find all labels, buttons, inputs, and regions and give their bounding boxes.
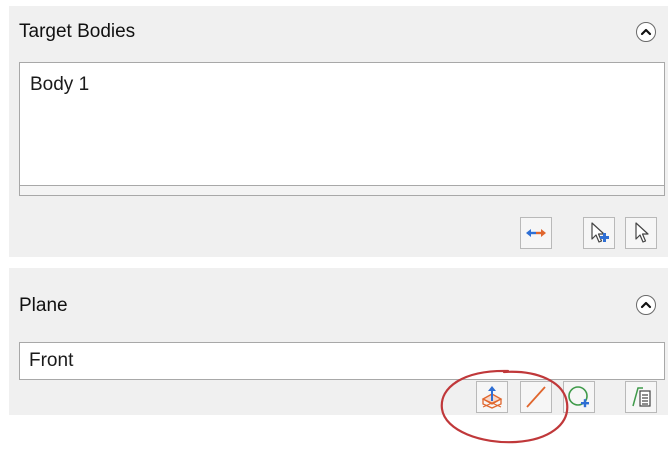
circle-plane-icon	[566, 384, 592, 410]
plane-from-face-icon	[480, 385, 504, 409]
plane-collapse-button[interactable]	[636, 295, 656, 315]
plane-list-icon	[629, 385, 653, 409]
target-bodies-title: Target Bodies	[19, 21, 136, 42]
select-pointer-button[interactable]	[625, 217, 657, 249]
list-item[interactable]: Body 1	[30, 74, 89, 96]
add-selection-icon	[588, 221, 610, 245]
swap-direction-button[interactable]	[520, 217, 552, 249]
line-plane-button[interactable]	[520, 381, 552, 413]
chevron-up-icon	[640, 27, 652, 37]
chevron-up-icon	[640, 300, 652, 310]
plane-field[interactable]: Front	[19, 342, 665, 380]
add-selection-button[interactable]	[583, 217, 615, 249]
target-bodies-panel: Target Bodies Body 1	[9, 6, 668, 257]
select-pointer-icon	[631, 221, 651, 245]
plane-list-button[interactable]	[625, 381, 657, 413]
swap-direction-icon	[525, 226, 547, 240]
target-bodies-list[interactable]: Body 1	[19, 62, 665, 196]
plane-title: Plane	[19, 295, 68, 316]
target-bodies-collapse-button[interactable]	[636, 22, 656, 42]
line-plane-icon	[524, 385, 548, 409]
circle-plane-button[interactable]	[563, 381, 595, 413]
plane-from-face-button[interactable]	[476, 381, 508, 413]
horizontal-scrollbar[interactable]	[20, 185, 664, 195]
plane-panel: Plane Front	[9, 268, 668, 415]
